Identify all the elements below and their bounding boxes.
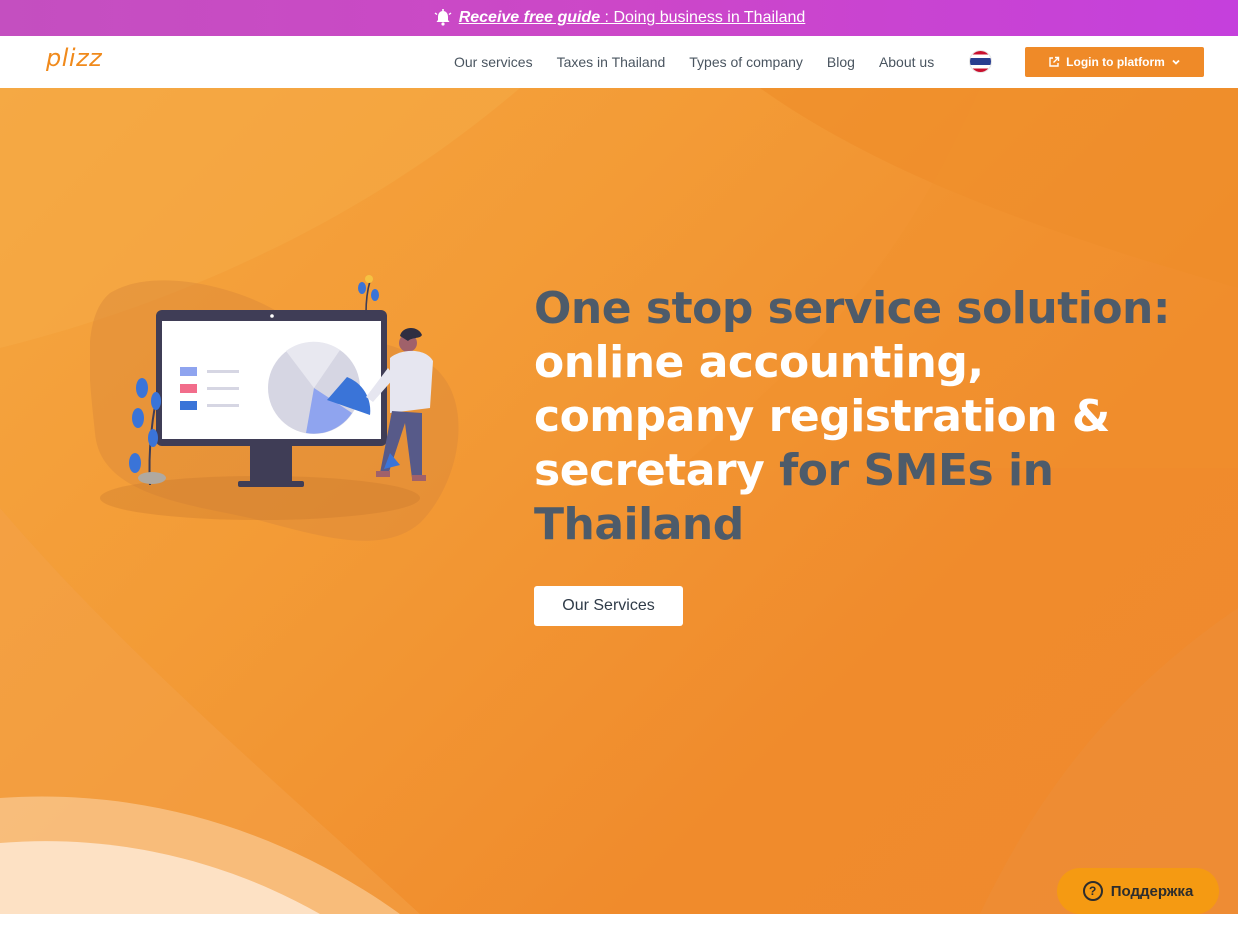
nav-link-taxes[interactable]: Taxes in Thailand	[557, 54, 666, 70]
support-chat-button[interactable]: ? Поддержка	[1057, 868, 1219, 914]
promo-strong-text: Receive free guide	[458, 9, 601, 26]
nav-links: Our services Taxes in Thailand Types of …	[454, 36, 958, 88]
main-nav: plizz Our services Taxes in Thailand Typ…	[0, 36, 1238, 88]
support-label: Поддержка	[1110, 882, 1194, 900]
headline-part-1: One stop service solution:	[534, 283, 1170, 334]
promo-bar: Receive free guide : Doing business in T…	[0, 0, 1238, 36]
chevron-down-icon	[1171, 57, 1181, 67]
login-label: Login to platform	[1066, 55, 1165, 69]
promo-link-text: : Doing business in Thailand	[600, 9, 806, 26]
help-icon: ?	[1082, 881, 1103, 901]
external-link-icon	[1048, 56, 1060, 68]
nav-link-types-of-company[interactable]: Types of company	[689, 54, 803, 70]
nav-link-our-services[interactable]: Our services	[454, 54, 533, 70]
thailand-flag-icon[interactable]	[970, 51, 991, 72]
hero-illustration	[90, 275, 459, 541]
promo-link[interactable]: Receive free guide : Doing business in T…	[459, 9, 806, 27]
logo[interactable]: plizz	[46, 44, 102, 72]
bell-icon	[433, 8, 453, 28]
nav-link-about-us[interactable]: About us	[879, 54, 934, 70]
hero-headline: One stop service solution: online accoun…	[534, 282, 1194, 552]
login-to-platform-button[interactable]: Login to platform	[1025, 47, 1204, 77]
hero-section: One stop service solution: online accoun…	[0, 88, 1238, 914]
nav-link-blog[interactable]: Blog	[827, 54, 855, 70]
our-services-button[interactable]: Our Services	[534, 586, 683, 626]
